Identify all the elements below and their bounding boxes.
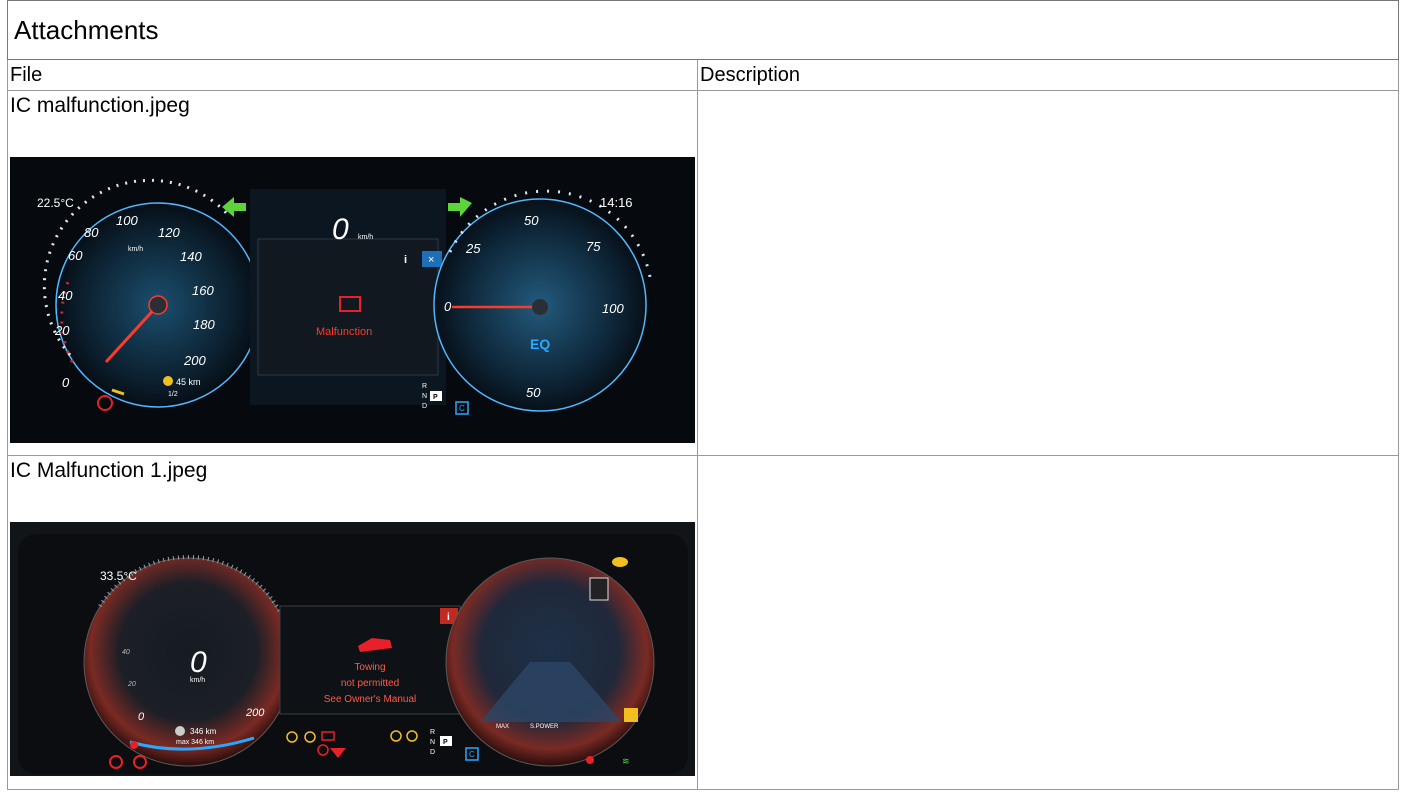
gauge-tick-label: 140 xyxy=(180,249,202,264)
file-cell: IC Malfunction 1.jpeg 33.5°C 0 km/h 0 20… xyxy=(7,455,698,790)
gauge-tick-label: 160 xyxy=(192,283,214,298)
gauge-tick-label: 100 xyxy=(602,301,624,316)
gauge-unit-label: km/h xyxy=(128,246,143,253)
temperature-readout: 22.5°C xyxy=(37,196,74,210)
towing-message-line: See Owner's Manual xyxy=(324,694,417,705)
svg-text:i: i xyxy=(447,612,450,623)
gear-letter-selected: P xyxy=(443,739,448,746)
attachments-table: Attachments File Description IC malfunct… xyxy=(6,0,1400,790)
power-label: MAX xyxy=(496,724,509,730)
gauge-tick-label: 60 xyxy=(68,248,83,263)
gear-letter: R xyxy=(430,729,435,736)
gauge-tick-label: 0 xyxy=(62,375,70,390)
left-gauge xyxy=(83,557,293,767)
message-panel xyxy=(257,238,439,376)
speed-unit: km/h xyxy=(358,234,373,241)
instrument-cluster-image-2: 33.5°C 0 km/h 0 20 40 200 346 km max 346… xyxy=(10,522,695,776)
fuel-icon xyxy=(175,726,185,736)
attachments-panel: Attachments File Description IC malfunct… xyxy=(6,0,1400,798)
gear-letter-selected: P xyxy=(433,394,438,401)
gauge-tick-label: 100 xyxy=(116,213,138,228)
gear-letter: R xyxy=(422,383,427,390)
traction-off-icon xyxy=(624,708,638,722)
gear-letter: N xyxy=(430,739,435,746)
gauge-tick-label: 0 xyxy=(444,299,452,314)
range-readout: 346 km xyxy=(190,727,217,736)
clock-readout: 14:16 xyxy=(600,195,633,210)
gauge-tick-label: 75 xyxy=(586,239,601,254)
gear-letter: D xyxy=(422,403,427,410)
gear-letter: N xyxy=(422,393,427,400)
description-cell xyxy=(696,455,1400,790)
gauge-tick-label: 120 xyxy=(158,225,180,240)
hood-icon xyxy=(586,756,594,764)
attachments-title: Attachments xyxy=(6,0,1400,60)
speed-readout: 0 xyxy=(190,646,207,679)
file-name-link[interactable]: IC Malfunction 1.jpeg xyxy=(10,456,697,522)
towing-message-line: Towing xyxy=(354,662,385,673)
gauge-tick-label: 40 xyxy=(122,649,130,656)
mode-letter: C xyxy=(469,750,475,759)
info-icon: i xyxy=(404,254,407,266)
gauge-tick-label: 50 xyxy=(526,385,541,400)
gauge-tick-label: 25 xyxy=(465,241,481,256)
headlight-icon: ≋ xyxy=(622,756,630,766)
towing-message-line: not permitted xyxy=(341,678,399,689)
instrument-cluster-image-1: 0 20 40 60 80 100 120 140 160 180 200 km… xyxy=(10,157,695,443)
gauge-tick-label: 180 xyxy=(193,317,215,332)
gear-letter: D xyxy=(430,749,435,756)
attachment-image[interactable]: 0 20 40 60 80 100 120 140 160 180 200 km… xyxy=(10,157,695,443)
mode-letter: C xyxy=(459,404,465,413)
eq-badge: EQ xyxy=(530,336,550,352)
description-cell xyxy=(696,90,1400,456)
gauge-tick-label: 40 xyxy=(58,288,73,303)
gauge-tick-label: 50 xyxy=(524,213,539,228)
table-row: IC Malfunction 1.jpeg 33.5°C 0 km/h 0 20… xyxy=(7,455,1400,790)
seatbelt-icon xyxy=(130,741,138,749)
attachment-image[interactable]: 33.5°C 0 km/h 0 20 40 200 346 km max 346… xyxy=(10,522,695,776)
file-cell: IC malfunction.jpeg 0 20 40 60 80 100 12… xyxy=(7,90,698,456)
gauge-tick-label: 200 xyxy=(245,707,265,719)
column-header-file: File xyxy=(7,59,698,91)
fuel-icon xyxy=(163,376,173,386)
svg-text:×: × xyxy=(428,254,434,266)
fuel-fraction: 1/2 xyxy=(168,391,178,398)
gauge-tick-label: 200 xyxy=(183,353,206,368)
power-label: S.POWER xyxy=(530,724,559,730)
table-row: IC malfunction.jpeg 0 20 40 60 80 100 12… xyxy=(7,90,1400,456)
speed-unit: km/h xyxy=(190,677,205,684)
column-header-description: Description xyxy=(696,59,1400,91)
max-range-readout: max 346 km xyxy=(176,739,214,746)
engine-warning-icon xyxy=(612,557,628,567)
file-name-link[interactable]: IC malfunction.jpeg xyxy=(10,91,697,157)
temperature-readout: 33.5°C xyxy=(100,569,137,583)
gauge-tick-label: 20 xyxy=(127,681,136,688)
gauge-tick-label: 20 xyxy=(54,323,70,338)
esp-off-icon xyxy=(589,577,609,601)
gauge-tick-label: 0 xyxy=(138,711,145,723)
malfunction-message: Malfunction xyxy=(316,326,372,338)
range-readout: 45 km xyxy=(176,377,201,387)
gauge-tick-label: 80 xyxy=(84,225,99,240)
speed-readout: 0 xyxy=(332,213,349,246)
